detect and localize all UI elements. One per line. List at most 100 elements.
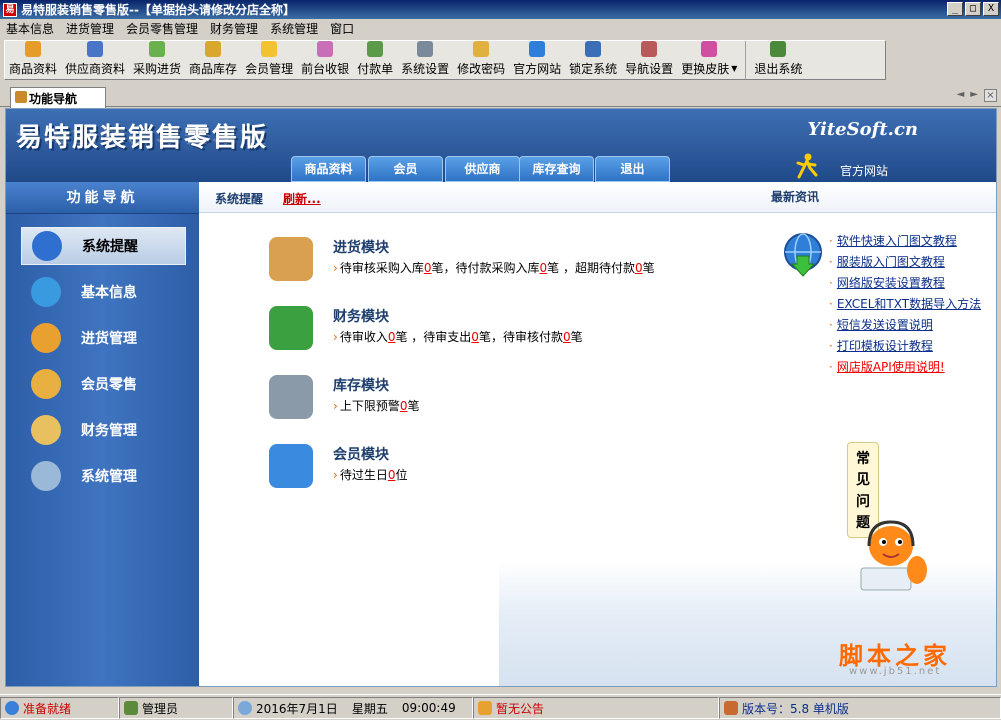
- dropdown-arrow-icon[interactable]: ▼: [731, 64, 737, 73]
- toolbar-button-1[interactable]: 供应商资料: [61, 41, 129, 79]
- minimize-button[interactable]: _: [947, 2, 963, 16]
- bullet-icon: ·: [829, 255, 833, 269]
- left-nav-item-3[interactable]: 会员零售: [21, 365, 186, 403]
- tab-scroll-right-icon[interactable]: ►: [970, 89, 978, 102]
- toolbar-button-7[interactable]: 系统设置: [397, 41, 453, 79]
- toolbar-button-9[interactable]: 官方网站: [509, 41, 565, 79]
- module-summary: › 待过生日0位: [333, 466, 407, 483]
- finance-icon: [31, 415, 61, 445]
- toolbar-button-label: 供应商资料: [65, 62, 126, 76]
- box-in-icon: [31, 323, 61, 353]
- purchase-icon: [149, 41, 166, 57]
- bullet-icon: ·: [829, 318, 833, 332]
- arrow-icon: ›: [333, 468, 338, 482]
- status-user: 管理员: [142, 701, 179, 716]
- left-nav-label: 系统提醒: [82, 239, 138, 255]
- banner-tab-member[interactable]: 会员: [368, 156, 443, 182]
- news-link-1[interactable]: · 服装版入门图文教程: [829, 253, 981, 274]
- banner-tab-inventory[interactable]: 库存查询: [519, 156, 594, 182]
- toolbar-button-2[interactable]: 采购进货: [129, 41, 185, 79]
- news-link-2[interactable]: · 网络版安装设置教程: [829, 274, 981, 295]
- news-link-3[interactable]: · EXCEL和TXT数据导入方法: [829, 295, 981, 316]
- status-time: 09:00:49: [401, 701, 456, 715]
- user-icon: [124, 701, 138, 715]
- menu-finance[interactable]: 财务管理: [204, 20, 264, 37]
- clock-icon: [238, 701, 252, 715]
- toolbar-button-3[interactable]: 商品库存: [185, 41, 241, 79]
- home-icon: [724, 701, 738, 715]
- member-icon: [261, 41, 278, 57]
- close-button[interactable]: X: [983, 2, 999, 16]
- news-link-5[interactable]: · 打印模板设计教程: [829, 337, 981, 358]
- toolbar-button-5[interactable]: 前台收银: [297, 41, 353, 79]
- toolbar-button-label: 系统设置: [401, 62, 450, 76]
- module-title[interactable]: 库存模块: [333, 375, 389, 395]
- tab-label: 功能导航: [29, 91, 78, 106]
- banner-tab-exit[interactable]: 退出: [595, 156, 670, 182]
- nav-settings-icon: [641, 41, 658, 57]
- module-count[interactable]: 0: [539, 261, 547, 275]
- news-link-6[interactable]: · 网店版API使用说明!: [829, 358, 981, 379]
- menu-purchase[interactable]: 进货管理: [60, 20, 120, 37]
- box-out-icon: [31, 369, 61, 399]
- tab-close-icon[interactable]: ×: [984, 89, 997, 102]
- menu-member-retail[interactable]: 会员零售管理: [120, 20, 204, 37]
- left-nav-label: 财务管理: [81, 423, 137, 439]
- status-notice: 暂无公告: [496, 701, 545, 716]
- tab-scroll-left-icon[interactable]: ◄: [957, 89, 965, 102]
- menu-window[interactable]: 窗口: [324, 20, 360, 37]
- module-1: 财务模块 › 待审收入0笔 ，待审支出0笔，待审核付款0笔: [269, 306, 689, 358]
- refresh-link[interactable]: 刷新...: [283, 190, 321, 207]
- news-links: · 软件快速入门图文教程 · 服装版入门图文教程 · 网络版安装设置教程 · EXCEL和TX…: [829, 232, 981, 379]
- toolbar-button-10[interactable]: 锁定系统: [565, 41, 621, 79]
- banner-tab-supplier[interactable]: 供应商: [445, 156, 520, 182]
- globe-download-icon: [784, 233, 822, 277]
- module-count[interactable]: 0: [563, 330, 571, 344]
- running-man-icon[interactable]: [796, 153, 818, 179]
- toolbar-button-6[interactable]: 付款单: [353, 41, 397, 79]
- tab-function-nav[interactable]: 功能导航: [10, 87, 106, 108]
- toolbar-button-4[interactable]: 会员管理: [241, 41, 297, 79]
- left-nav-item-4[interactable]: 财务管理: [21, 411, 186, 449]
- arrow-icon: ›: [333, 399, 338, 413]
- toolbar-button-label: 官方网站: [513, 62, 562, 76]
- module-text: 笔，待审核付款: [478, 330, 563, 344]
- toolbar-button-label: 导航设置: [625, 62, 674, 76]
- module-2: 库存模块 › 上下限预警0笔: [269, 375, 689, 427]
- toolbar-button-11[interactable]: 导航设置: [621, 41, 677, 79]
- toolbar-button-12[interactable]: 更换皮肤 ▼: [677, 41, 741, 79]
- left-nav-item-1[interactable]: 基本信息: [21, 273, 186, 311]
- left-nav-item-5[interactable]: 系统管理: [21, 457, 186, 495]
- left-nav-item-2[interactable]: 进货管理: [21, 319, 186, 357]
- toolbar-button-label: 商品资料: [9, 62, 58, 76]
- arrow-icon: ›: [333, 261, 338, 275]
- toolbar-button-13[interactable]: 退出系统: [745, 41, 806, 79]
- status-ready: 准备就绪: [23, 701, 72, 716]
- news-link-4[interactable]: · 短信发送设置说明: [829, 316, 981, 337]
- status-notice-panel: 暂无公告: [473, 697, 719, 719]
- module-count[interactable]: 0: [635, 261, 643, 275]
- status-date: 2016年7月1日: [256, 701, 338, 716]
- toolbar-button-0[interactable]: 商品资料: [5, 41, 61, 79]
- left-nav-label: 基本信息: [81, 285, 137, 301]
- left-nav-item-0[interactable]: 系统提醒: [21, 227, 186, 265]
- module-text: 笔: [642, 261, 655, 275]
- dollar-icon: [269, 306, 313, 350]
- toolbar-button-8[interactable]: 修改密码: [453, 41, 509, 79]
- menu-basic-info[interactable]: 基本信息: [0, 20, 60, 37]
- module-title[interactable]: 财务模块: [333, 306, 389, 326]
- official-site-link[interactable]: 官方网站: [840, 162, 888, 179]
- banner-tab-products[interactable]: 商品资料: [291, 156, 366, 182]
- info-icon: [32, 231, 62, 261]
- module-count[interactable]: 0: [471, 330, 479, 344]
- module-title[interactable]: 进货模块: [333, 237, 389, 257]
- news-link-0[interactable]: · 软件快速入门图文教程: [829, 232, 981, 253]
- module-text: 笔 ，超期待付款: [547, 261, 635, 275]
- news-link-label: EXCEL和TXT数据导入方法: [836, 297, 982, 311]
- menu-system[interactable]: 系统管理: [264, 20, 324, 37]
- window-title: 易特服装销售零售版--【单据抬头请修改分店全称】: [21, 3, 295, 17]
- maximize-button[interactable]: □: [965, 2, 981, 16]
- module-title[interactable]: 会员模块: [333, 444, 389, 464]
- watermark-url: www.jb51.net: [849, 666, 942, 677]
- toolbar-button-label: 更换皮肤: [681, 62, 730, 76]
